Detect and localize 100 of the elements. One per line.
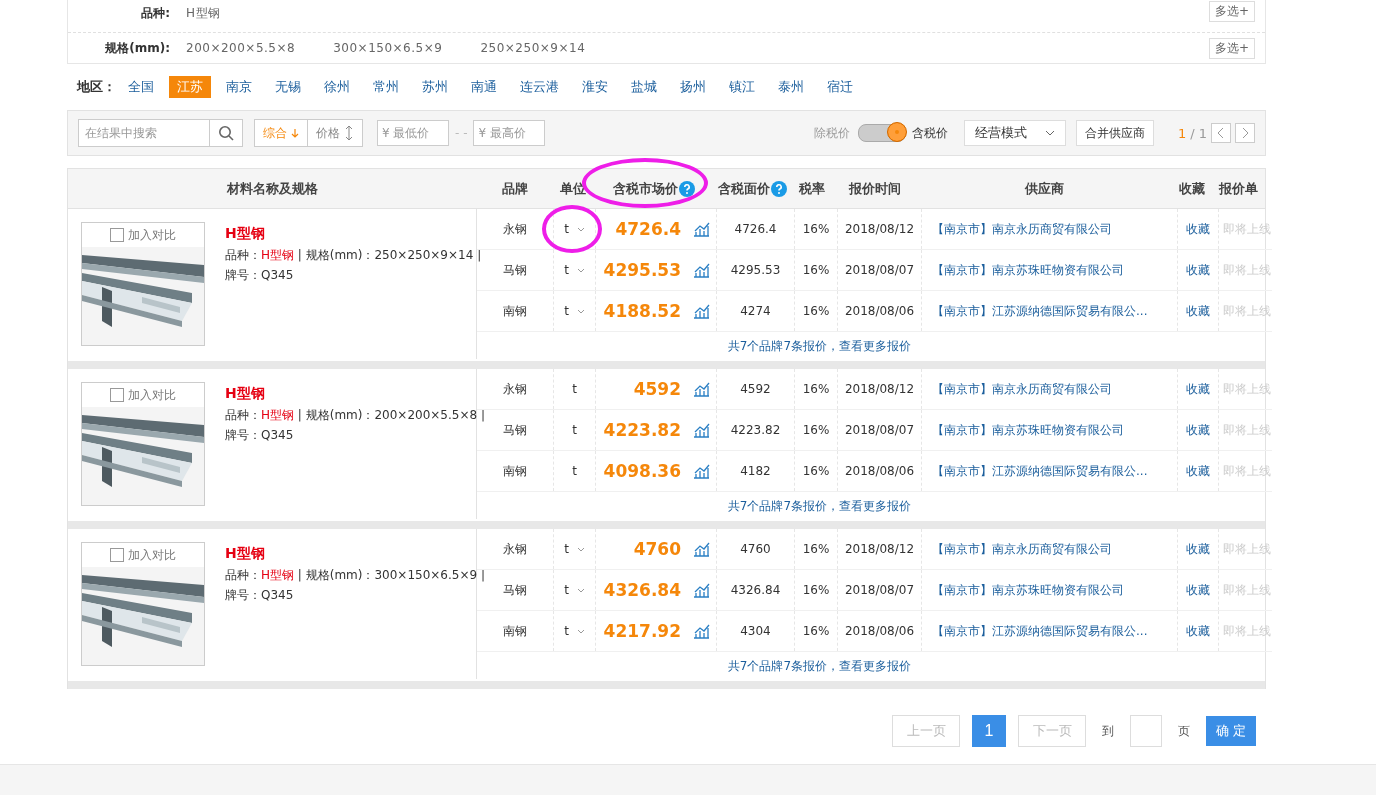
tax-rate: 16%: [802, 624, 830, 638]
page-input-field[interactable]: [1130, 715, 1162, 747]
region-tab[interactable]: 泰州: [770, 76, 812, 98]
favorite-link[interactable]: 收藏: [1186, 462, 1210, 480]
total-pages: 1: [1198, 125, 1207, 141]
brand-cell: 永钢: [503, 540, 527, 558]
quote-date: 2018/08/07: [844, 583, 915, 597]
favorite-link[interactable]: 收藏: [1186, 302, 1210, 320]
trend-chart-icon[interactable]: [693, 422, 710, 438]
product-name[interactable]: H型钢: [225, 383, 485, 403]
region-tab[interactable]: 镇江: [721, 76, 763, 98]
filter-option[interactable]: 300×150×6.5×9: [333, 41, 443, 55]
search-field[interactable]: 在结果中搜索: [78, 119, 209, 147]
favorite-link[interactable]: 收藏: [1186, 540, 1210, 558]
multi-select-button[interactable]: 多选+: [1208, 37, 1255, 59]
tax-rate: 16%: [802, 423, 830, 437]
product-name[interactable]: H型钢: [225, 543, 485, 563]
caret-icon: [1045, 130, 1056, 136]
market-price: 4592: [633, 379, 681, 399]
caret-icon: [576, 546, 585, 552]
next-page-button[interactable]: [1235, 123, 1255, 143]
unit-dropdown[interactable]: t: [564, 263, 585, 277]
favorite-link[interactable]: 收藏: [1186, 581, 1210, 599]
quote-date: 2018/08/12: [844, 222, 915, 236]
favorite-link[interactable]: 收藏: [1186, 380, 1210, 398]
column-header: 单位: [560, 179, 587, 198]
trend-chart-icon[interactable]: [693, 303, 710, 319]
region-tab[interactable]: 南京: [218, 76, 260, 98]
region-tab[interactable]: 盐城: [623, 76, 665, 98]
supplier-link[interactable]: 【南京市】南京永历商贸有限公司: [932, 540, 1112, 558]
min-price-field[interactable]: ¥ 最低价: [377, 120, 449, 146]
max-price-field[interactable]: ¥ 最高价: [473, 120, 546, 146]
trend-chart-icon[interactable]: [693, 221, 710, 237]
help-icon[interactable]: [679, 180, 695, 197]
unit-dropdown[interactable]: t: [564, 542, 585, 556]
favorite-link[interactable]: 收藏: [1186, 421, 1210, 439]
supplier-link[interactable]: 【南京市】江苏源纳德国际贸易有限公...: [932, 302, 1148, 320]
trend-chart-icon[interactable]: [693, 381, 710, 397]
filter-label: 规格(mm):: [104, 39, 170, 57]
face-price: 4326.84: [730, 583, 781, 597]
unit-dropdown[interactable]: t: [564, 222, 585, 236]
trend-chart-icon[interactable]: [693, 582, 710, 598]
region-tab[interactable]: 全国: [120, 76, 162, 98]
trend-chart-icon[interactable]: [693, 623, 710, 639]
supplier-link[interactable]: 【南京市】南京永历商贸有限公司: [932, 220, 1112, 238]
product-name[interactable]: H型钢: [225, 223, 482, 243]
trend-chart-icon[interactable]: [693, 541, 710, 557]
help-icon[interactable]: [771, 180, 788, 197]
supplier-link[interactable]: 【南京市】江苏源纳德国际贸易有限公...: [932, 622, 1148, 640]
product-grade: 牌号：Q345: [225, 267, 295, 284]
face-price: 4592: [740, 382, 771, 396]
supplier-link[interactable]: 【南京市】江苏源纳德国际贸易有限公...: [932, 462, 1148, 480]
region-tab[interactable]: 宿迁: [819, 76, 861, 98]
mode-dropdown[interactable]: 经营模式: [964, 120, 1067, 146]
compare-checkbox[interactable]: [110, 228, 124, 242]
column-header: 含税面价: [718, 179, 771, 198]
sort-button[interactable]: 价格: [307, 120, 362, 146]
favorite-link[interactable]: 收藏: [1186, 261, 1210, 279]
compare-label[interactable]: 加入对比: [128, 226, 176, 244]
supplier-link[interactable]: 【南京市】南京苏珠旺物资有限公司: [932, 581, 1124, 599]
region-tab[interactable]: 苏州: [414, 76, 456, 98]
region-tab[interactable]: 常州: [365, 76, 407, 98]
unit-dropdown[interactable]: t: [564, 624, 585, 638]
compare-checkbox[interactable]: [110, 548, 124, 562]
column-header: 含税市场价: [613, 179, 678, 198]
favorite-link[interactable]: 收藏: [1186, 220, 1210, 238]
unit-dropdown[interactable]: t: [564, 304, 585, 318]
favorite-link[interactable]: 收藏: [1186, 622, 1210, 640]
multi-select-button[interactable]: 多选+: [1208, 1, 1255, 22]
trend-chart-icon[interactable]: [693, 262, 710, 278]
region-tab[interactable]: 南通: [463, 76, 505, 98]
region-tab[interactable]: 淮安: [574, 76, 616, 98]
product-grade: 牌号：Q345: [225, 427, 295, 444]
region-tab[interactable]: 徐州: [316, 76, 358, 98]
trend-chart-icon[interactable]: [693, 463, 710, 479]
filter-option[interactable]: H型钢: [186, 5, 221, 22]
more-quotes-link[interactable]: 共7个品牌7条报价，查看更多报价: [727, 658, 912, 675]
compare-checkbox[interactable]: [110, 388, 124, 402]
product-grade: 牌号：Q345: [225, 587, 295, 604]
search-button[interactable]: [209, 119, 243, 147]
region-tab[interactable]: 扬州: [672, 76, 714, 98]
filter-option[interactable]: 200×200×5.5×8: [186, 41, 296, 55]
more-quotes-link[interactable]: 共7个品牌7条报价，查看更多报价: [727, 498, 912, 515]
more-quotes-link[interactable]: 共7个品牌7条报价，查看更多报价: [727, 338, 912, 355]
region-tab[interactable]: 连云港: [512, 76, 567, 98]
filter-option[interactable]: 250×250×9×14: [480, 41, 586, 55]
supplier-link[interactable]: 【南京市】南京苏珠旺物资有限公司: [932, 261, 1124, 279]
column-header: 税率: [799, 179, 826, 198]
market-price: 4217.92: [603, 621, 681, 641]
supplier-link[interactable]: 【南京市】南京永历商贸有限公司: [932, 380, 1112, 398]
compare-label[interactable]: 加入对比: [128, 546, 176, 564]
unit-cell: t: [572, 464, 577, 478]
brand-cell: 马钢: [503, 581, 527, 599]
merge-suppliers-button[interactable]: 合并供应商: [1076, 120, 1155, 146]
tax-toggle[interactable]: [858, 124, 907, 142]
region-tab[interactable]: 无锡: [267, 76, 309, 98]
prev-page-button[interactable]: [1211, 123, 1231, 143]
compare-label[interactable]: 加入对比: [128, 386, 176, 404]
unit-dropdown[interactable]: t: [564, 583, 585, 597]
supplier-link[interactable]: 【南京市】南京苏珠旺物资有限公司: [932, 421, 1124, 439]
